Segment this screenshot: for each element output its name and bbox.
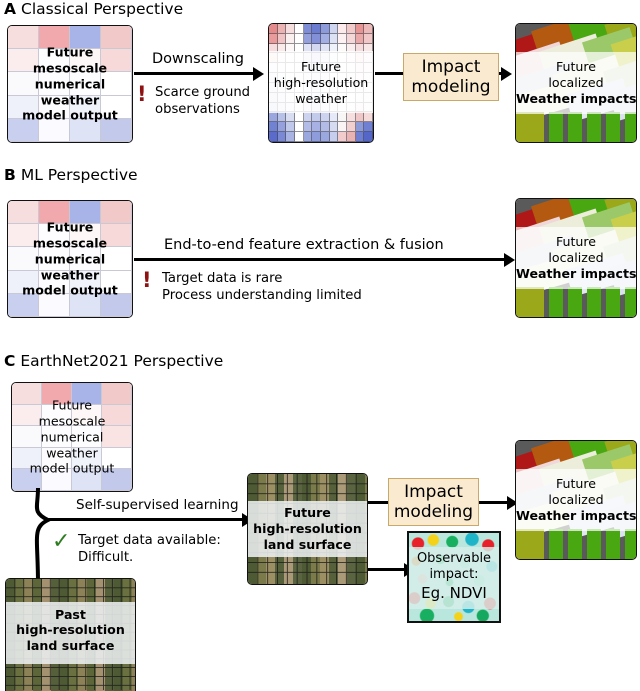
exclamation-icon: ! [142, 268, 152, 292]
panel-b-letter: B [4, 166, 16, 184]
panel-c-arrow-label: Self-supervised learning [76, 497, 239, 513]
panel-b-mesoscale-box[interactable]: Future mesoscale numerical weather model… [7, 200, 133, 318]
landscape-graphic [516, 24, 636, 142]
panel-a-letter: A [4, 0, 16, 18]
panel-b-weather-impacts-box[interactable]: Future localized Weather impacts [515, 198, 637, 318]
panel-c-heading: C EarthNet2021 Perspective [4, 352, 224, 370]
panel-a-impact-modeling-box[interactable]: Impact modeling [403, 53, 499, 101]
satellite-imagery [248, 474, 367, 584]
panel-c-arrow-ndvi [368, 568, 406, 572]
panel-c-weather-impacts-box[interactable]: Future localized Weather impacts [515, 440, 637, 560]
panel-a-mesoscale-box[interactable]: Future mesoscale numerical weather model… [7, 25, 133, 143]
panel-c-arrow-selfsup [44, 518, 244, 522]
panel-b-warning-note: Target data is rare Process understandin… [162, 271, 362, 303]
mesoscale-grid [8, 201, 132, 317]
panel-b-arrow-end-to-end [134, 258, 506, 262]
panel-a-weather-impacts-box[interactable]: Future localized Weather impacts [515, 23, 637, 143]
figure-root: A Classical Perspective Future mesoscale … [0, 0, 640, 691]
exclamation-icon: ! [137, 82, 147, 106]
panel-c-past-landsurface-box[interactable]: Past high-resolution land surface [5, 578, 136, 691]
panel-a-arrow-downscaling [134, 72, 255, 76]
panel-b-heading: B ML Perspective [4, 166, 138, 184]
panel-c-impact-modeling-box[interactable]: Impact modeling [388, 478, 479, 526]
panel-a-title: Classical Perspective [21, 0, 184, 18]
panel-c-future-landsurface-box[interactable]: Future high-resolution land surface [247, 473, 368, 585]
panel-a-arrow-label: Downscaling [152, 51, 244, 67]
panel-c-letter: C [4, 352, 16, 370]
mesoscale-grid [8, 26, 132, 142]
landscape-graphic [516, 441, 636, 559]
check-icon: ✓ [52, 529, 71, 554]
ndvi-map-graphic [409, 533, 499, 621]
panel-a-highres-weather-box[interactable]: Future high-resolution weather [268, 23, 374, 143]
highres-weather-grid [269, 24, 373, 142]
panel-c-mesoscale-box[interactable]: Future mesoscale numerical weather model… [11, 382, 133, 492]
panel-a-heading: A Classical Perspective [4, 0, 184, 18]
panel-c-ndvi-box[interactable]: Observable impact: Eg. NDVI [407, 531, 501, 623]
panel-b-title: ML Perspective [20, 166, 138, 184]
landscape-graphic [516, 199, 636, 317]
panel-a-warning-note: Scarce ground observations [155, 85, 251, 117]
panel-b-arrow-label: End-to-end feature extraction & fusion [164, 237, 444, 253]
mesoscale-grid [12, 383, 132, 491]
satellite-imagery [6, 579, 135, 691]
panel-c-target-note: Target data available: Difficult. [78, 533, 221, 565]
panel-c-title: EarthNet2021 Perspective [20, 352, 224, 370]
